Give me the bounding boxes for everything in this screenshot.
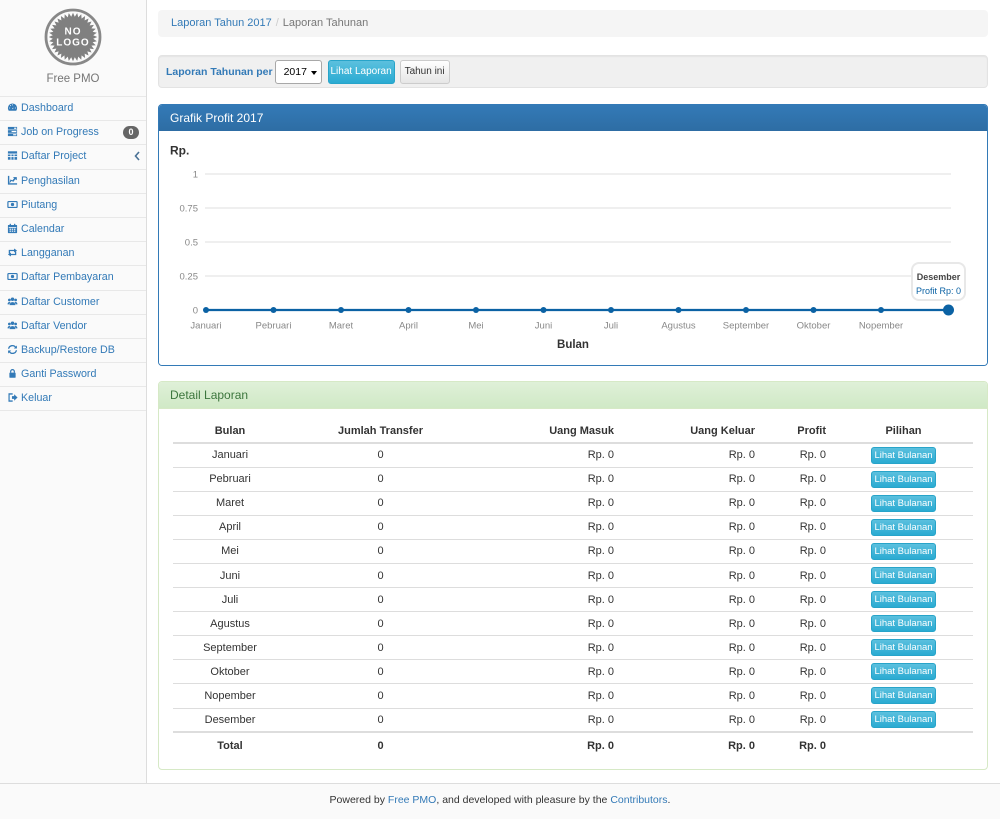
svg-text:0.75: 0.75 bbox=[180, 204, 199, 215]
svg-text:April: April bbox=[399, 321, 418, 332]
svg-text:Oktober: Oktober bbox=[797, 321, 831, 332]
svg-text:September: September bbox=[723, 321, 769, 332]
svg-text:Juni: Juni bbox=[535, 321, 552, 332]
svg-text:LOGO: LOGO bbox=[56, 38, 89, 49]
svg-text:Maret: Maret bbox=[329, 321, 354, 332]
svg-text:0.5: 0.5 bbox=[185, 238, 198, 249]
svg-text:Pebruari: Pebruari bbox=[256, 321, 292, 332]
svg-text:Rp.: Rp. bbox=[170, 144, 189, 158]
svg-text:NO: NO bbox=[65, 27, 82, 38]
svg-text:Agustus: Agustus bbox=[661, 321, 696, 332]
svg-text:0.25: 0.25 bbox=[180, 272, 199, 283]
svg-text:Nopember: Nopember bbox=[859, 321, 903, 332]
svg-text:Bulan: Bulan bbox=[557, 339, 589, 351]
svg-text:1: 1 bbox=[193, 170, 198, 181]
svg-text:Juli: Juli bbox=[604, 321, 618, 332]
svg-text:Mei: Mei bbox=[468, 321, 483, 332]
svg-text:Januari: Januari bbox=[190, 321, 221, 332]
svg-text:0: 0 bbox=[193, 306, 198, 317]
